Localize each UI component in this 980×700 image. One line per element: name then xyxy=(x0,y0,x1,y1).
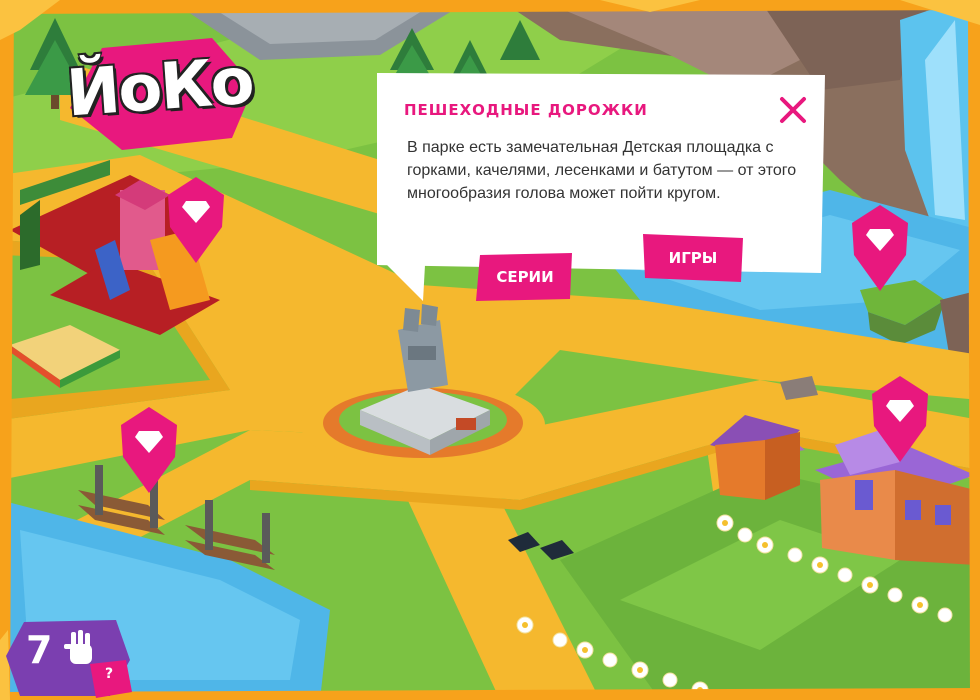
map-pin-icon xyxy=(872,376,928,462)
map-pin-playground[interactable] xyxy=(164,175,228,265)
score-counter[interactable]: 7 ? xyxy=(6,620,132,698)
close-icon xyxy=(780,97,806,123)
games-button[interactable]: Игры xyxy=(643,234,743,282)
series-button-label: Серии xyxy=(496,268,554,286)
series-button[interactable]: Серии xyxy=(476,253,574,301)
map-pin-lake[interactable] xyxy=(848,203,912,293)
map-pin-icon xyxy=(852,205,908,291)
counter-value: 7 xyxy=(26,628,53,672)
hand-icon xyxy=(64,630,92,664)
games-button-label: Игры xyxy=(668,249,718,267)
close-button[interactable] xyxy=(776,93,810,127)
map-pin-icon xyxy=(168,177,224,263)
map-pin-benches[interactable] xyxy=(117,405,181,495)
popup-title: Пешеходные дорожки xyxy=(404,101,648,119)
app-logo: ЙоКо xyxy=(62,38,258,150)
help-icon[interactable]: ? xyxy=(105,666,113,682)
map-pin-icon xyxy=(121,407,177,493)
logo-text: ЙоКо xyxy=(64,44,255,132)
popup-description: В парке есть замечательная Детская площа… xyxy=(407,139,797,202)
map-pin-house[interactable] xyxy=(868,374,932,464)
